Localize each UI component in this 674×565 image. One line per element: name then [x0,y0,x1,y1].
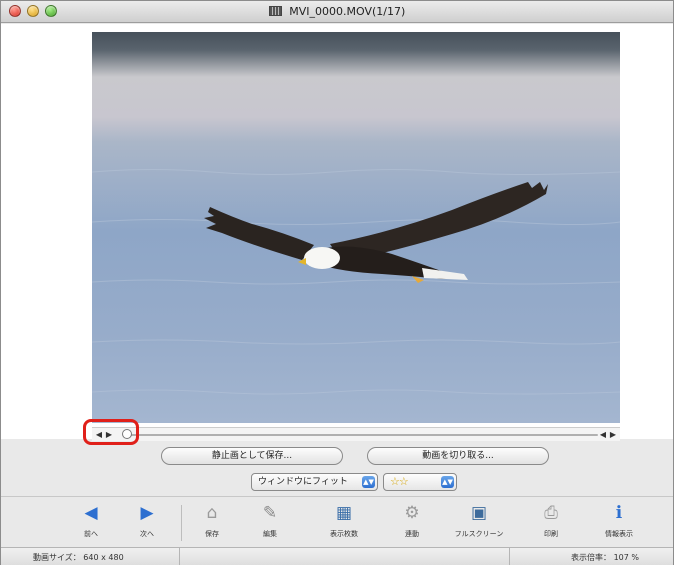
fullscreen-label: フルスクリーン [454,530,504,538]
save-button[interactable]: ⌂ 保存 [184,501,240,545]
zoom-status: 表示倍率： 107 % [571,553,639,562]
skip-end-icon[interactable]: ▶ [608,430,618,440]
next-label: 次へ [140,530,154,538]
save-icon: ⌂ [206,503,218,523]
print-icon: ⎙ [544,503,558,523]
movie-player-bar: ◀ ▶ ◀ ▶ [92,427,620,441]
toolbar-separator [181,505,182,541]
fullscreen-button[interactable]: ▣ フルスクリーン [451,501,507,545]
edit-button[interactable]: ✎ 編集 [242,501,298,545]
next-button[interactable]: ▶ 次へ [119,501,175,545]
window-title-wrap: MVI_0000.MOV(1/17) [1,5,673,18]
info-label: 情報表示 [605,530,633,538]
toolbar: ◀ 前へ ▶ 次へ ⌂ 保存 ✎ 編集 ▦ 表示枚数 ⚙ 連動 ▣ フルスクリー… [1,496,673,546]
sync-icon: ⚙ [404,503,420,523]
rating-select[interactable]: ☆☆ ▲▼ [383,473,457,491]
grid-icon: ▦ [335,503,353,523]
sync-label: 連動 [405,530,419,538]
fit-select-value: ウィンドウにフィット [258,477,348,487]
info-button[interactable]: ℹ 情報表示 [591,501,647,545]
print-button[interactable]: ⎙ 印刷 [523,501,579,545]
edit-icon: ✎ [262,503,278,523]
save-label: 保存 [205,530,219,538]
fullscreen-icon: ▣ [470,503,488,523]
play-icon[interactable]: ▶ [104,430,114,440]
status-separator [179,548,180,565]
prev-icon: ◀ [84,503,98,523]
sync-button[interactable]: ⚙ 連動 [384,501,440,545]
display-count-label: 表示枚数 [330,530,358,538]
next-icon: ▶ [140,503,154,523]
window-title: MVI_0000.MOV(1/17) [289,5,406,18]
display-count-button[interactable]: ▦ 表示枚数 [316,501,372,545]
cut-movie-button[interactable]: 動画を切り取る... [367,447,549,465]
save-still-button[interactable]: 静止画として保存... [161,447,343,465]
movie-frame[interactable] [92,32,620,423]
status-separator [509,548,510,565]
playback-knob[interactable] [122,429,132,439]
movie-file-icon [268,6,282,16]
movie-size-status: 動画サイズ： 640 x 480 [33,553,124,562]
viewer-window: MVI_0000.MOV(1/17) ◀ ▶ ◀ ▶ 静止画として保存... 動… [0,0,674,565]
status-bar: 動画サイズ： 640 x 480 表示倍率： 107 % [1,547,673,565]
prev-button[interactable]: ◀ 前へ [63,501,119,545]
title-bar[interactable]: MVI_0000.MOV(1/17) [1,1,673,23]
preview-area: ◀ ▶ ◀ ▶ [1,24,673,441]
step-forward-icon[interactable]: ◀ [598,430,608,440]
edit-label: 編集 [263,530,277,538]
print-label: 印刷 [544,530,558,538]
eagle-image [92,169,620,395]
star-rating: ☆☆ [390,475,409,488]
prev-label: 前へ [84,530,98,538]
fit-select[interactable]: ウィンドウにフィット ▲▼ [251,473,378,491]
select-arrow-icon: ▲▼ [362,476,375,488]
step-back-icon[interactable]: ◀ [94,430,104,440]
playback-slider[interactable] [128,434,598,436]
info-icon: ℹ [615,503,623,523]
select-arrow-icon: ▲▼ [441,476,454,488]
